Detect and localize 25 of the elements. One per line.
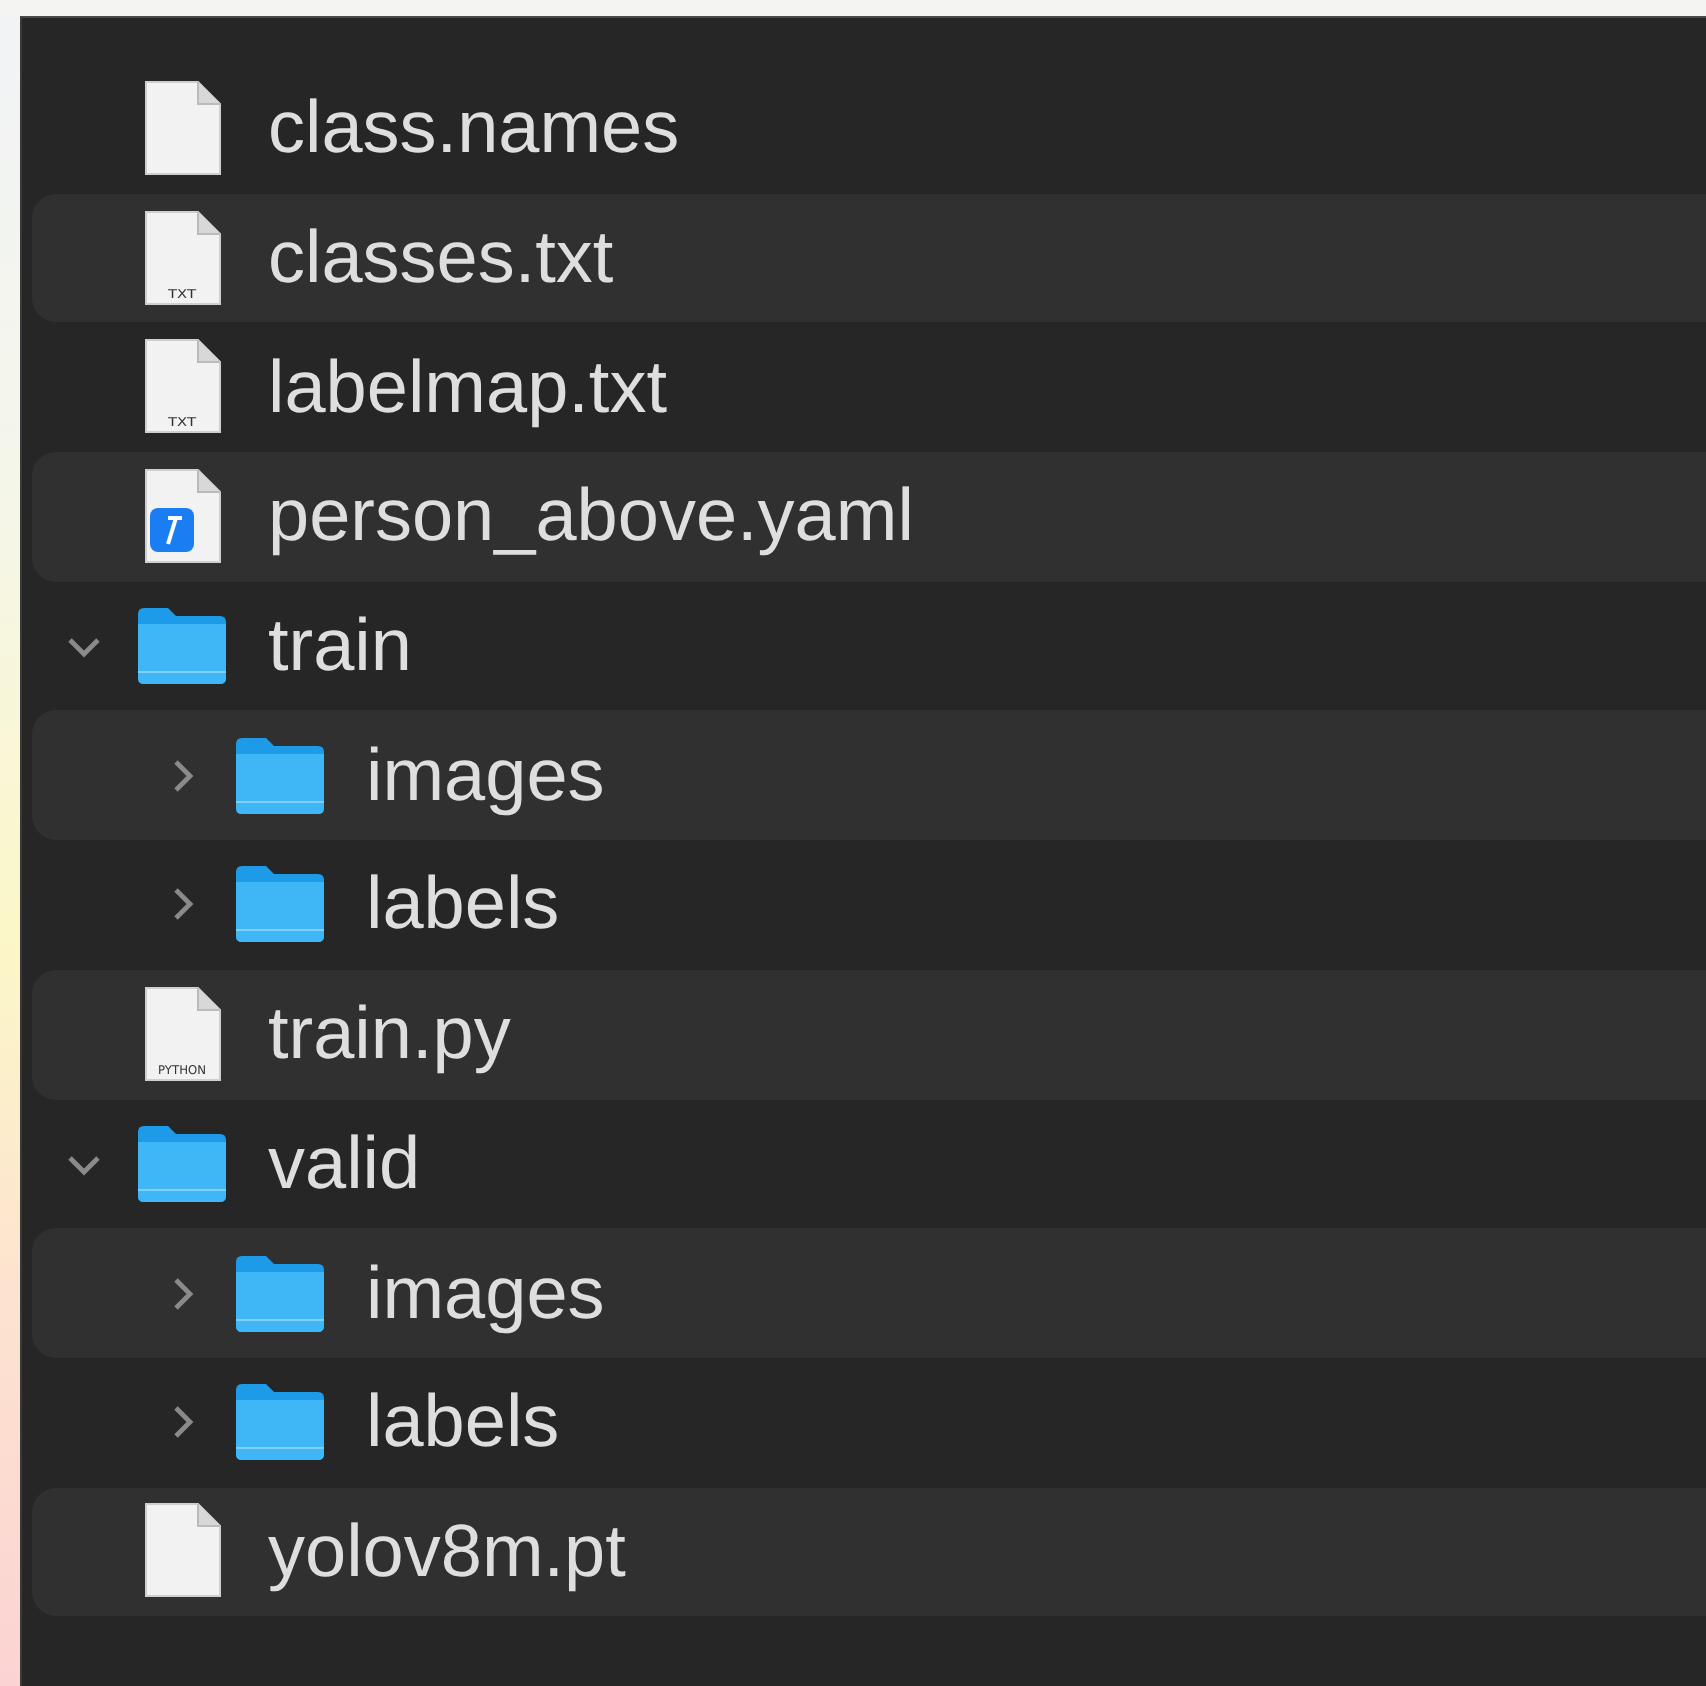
list-row[interactable]: images bbox=[32, 1228, 1706, 1358]
file-name: classes.txt bbox=[268, 216, 614, 301]
blank-file-icon bbox=[141, 1502, 223, 1601]
file-name: train bbox=[268, 604, 412, 689]
list-row[interactable]: yolov8m.pt bbox=[32, 1487, 1706, 1617]
file-name: valid bbox=[268, 1121, 421, 1206]
document-icon bbox=[141, 467, 223, 566]
folder-icon bbox=[234, 1382, 326, 1463]
file-name: train.py bbox=[268, 992, 511, 1077]
folder-icon bbox=[234, 735, 326, 816]
folder-icon bbox=[234, 864, 326, 945]
file-name: images bbox=[366, 733, 605, 818]
blank-file-icon bbox=[141, 79, 223, 178]
list-row[interactable]: person_above.yaml bbox=[32, 452, 1706, 582]
list-row[interactable]: images bbox=[32, 710, 1706, 841]
file-name: labels bbox=[366, 1380, 560, 1465]
folder-icon bbox=[234, 1253, 326, 1334]
file-name: images bbox=[366, 1251, 605, 1336]
file-name: labels bbox=[366, 862, 560, 947]
file-name: yolov8m.pt bbox=[268, 1509, 626, 1594]
file-name: class.names bbox=[268, 86, 680, 171]
file-name: labelmap.txt bbox=[268, 345, 667, 430]
file-name: person_above.yaml bbox=[268, 474, 914, 559]
folder-icon bbox=[136, 1123, 228, 1204]
folder-icon bbox=[136, 606, 228, 687]
